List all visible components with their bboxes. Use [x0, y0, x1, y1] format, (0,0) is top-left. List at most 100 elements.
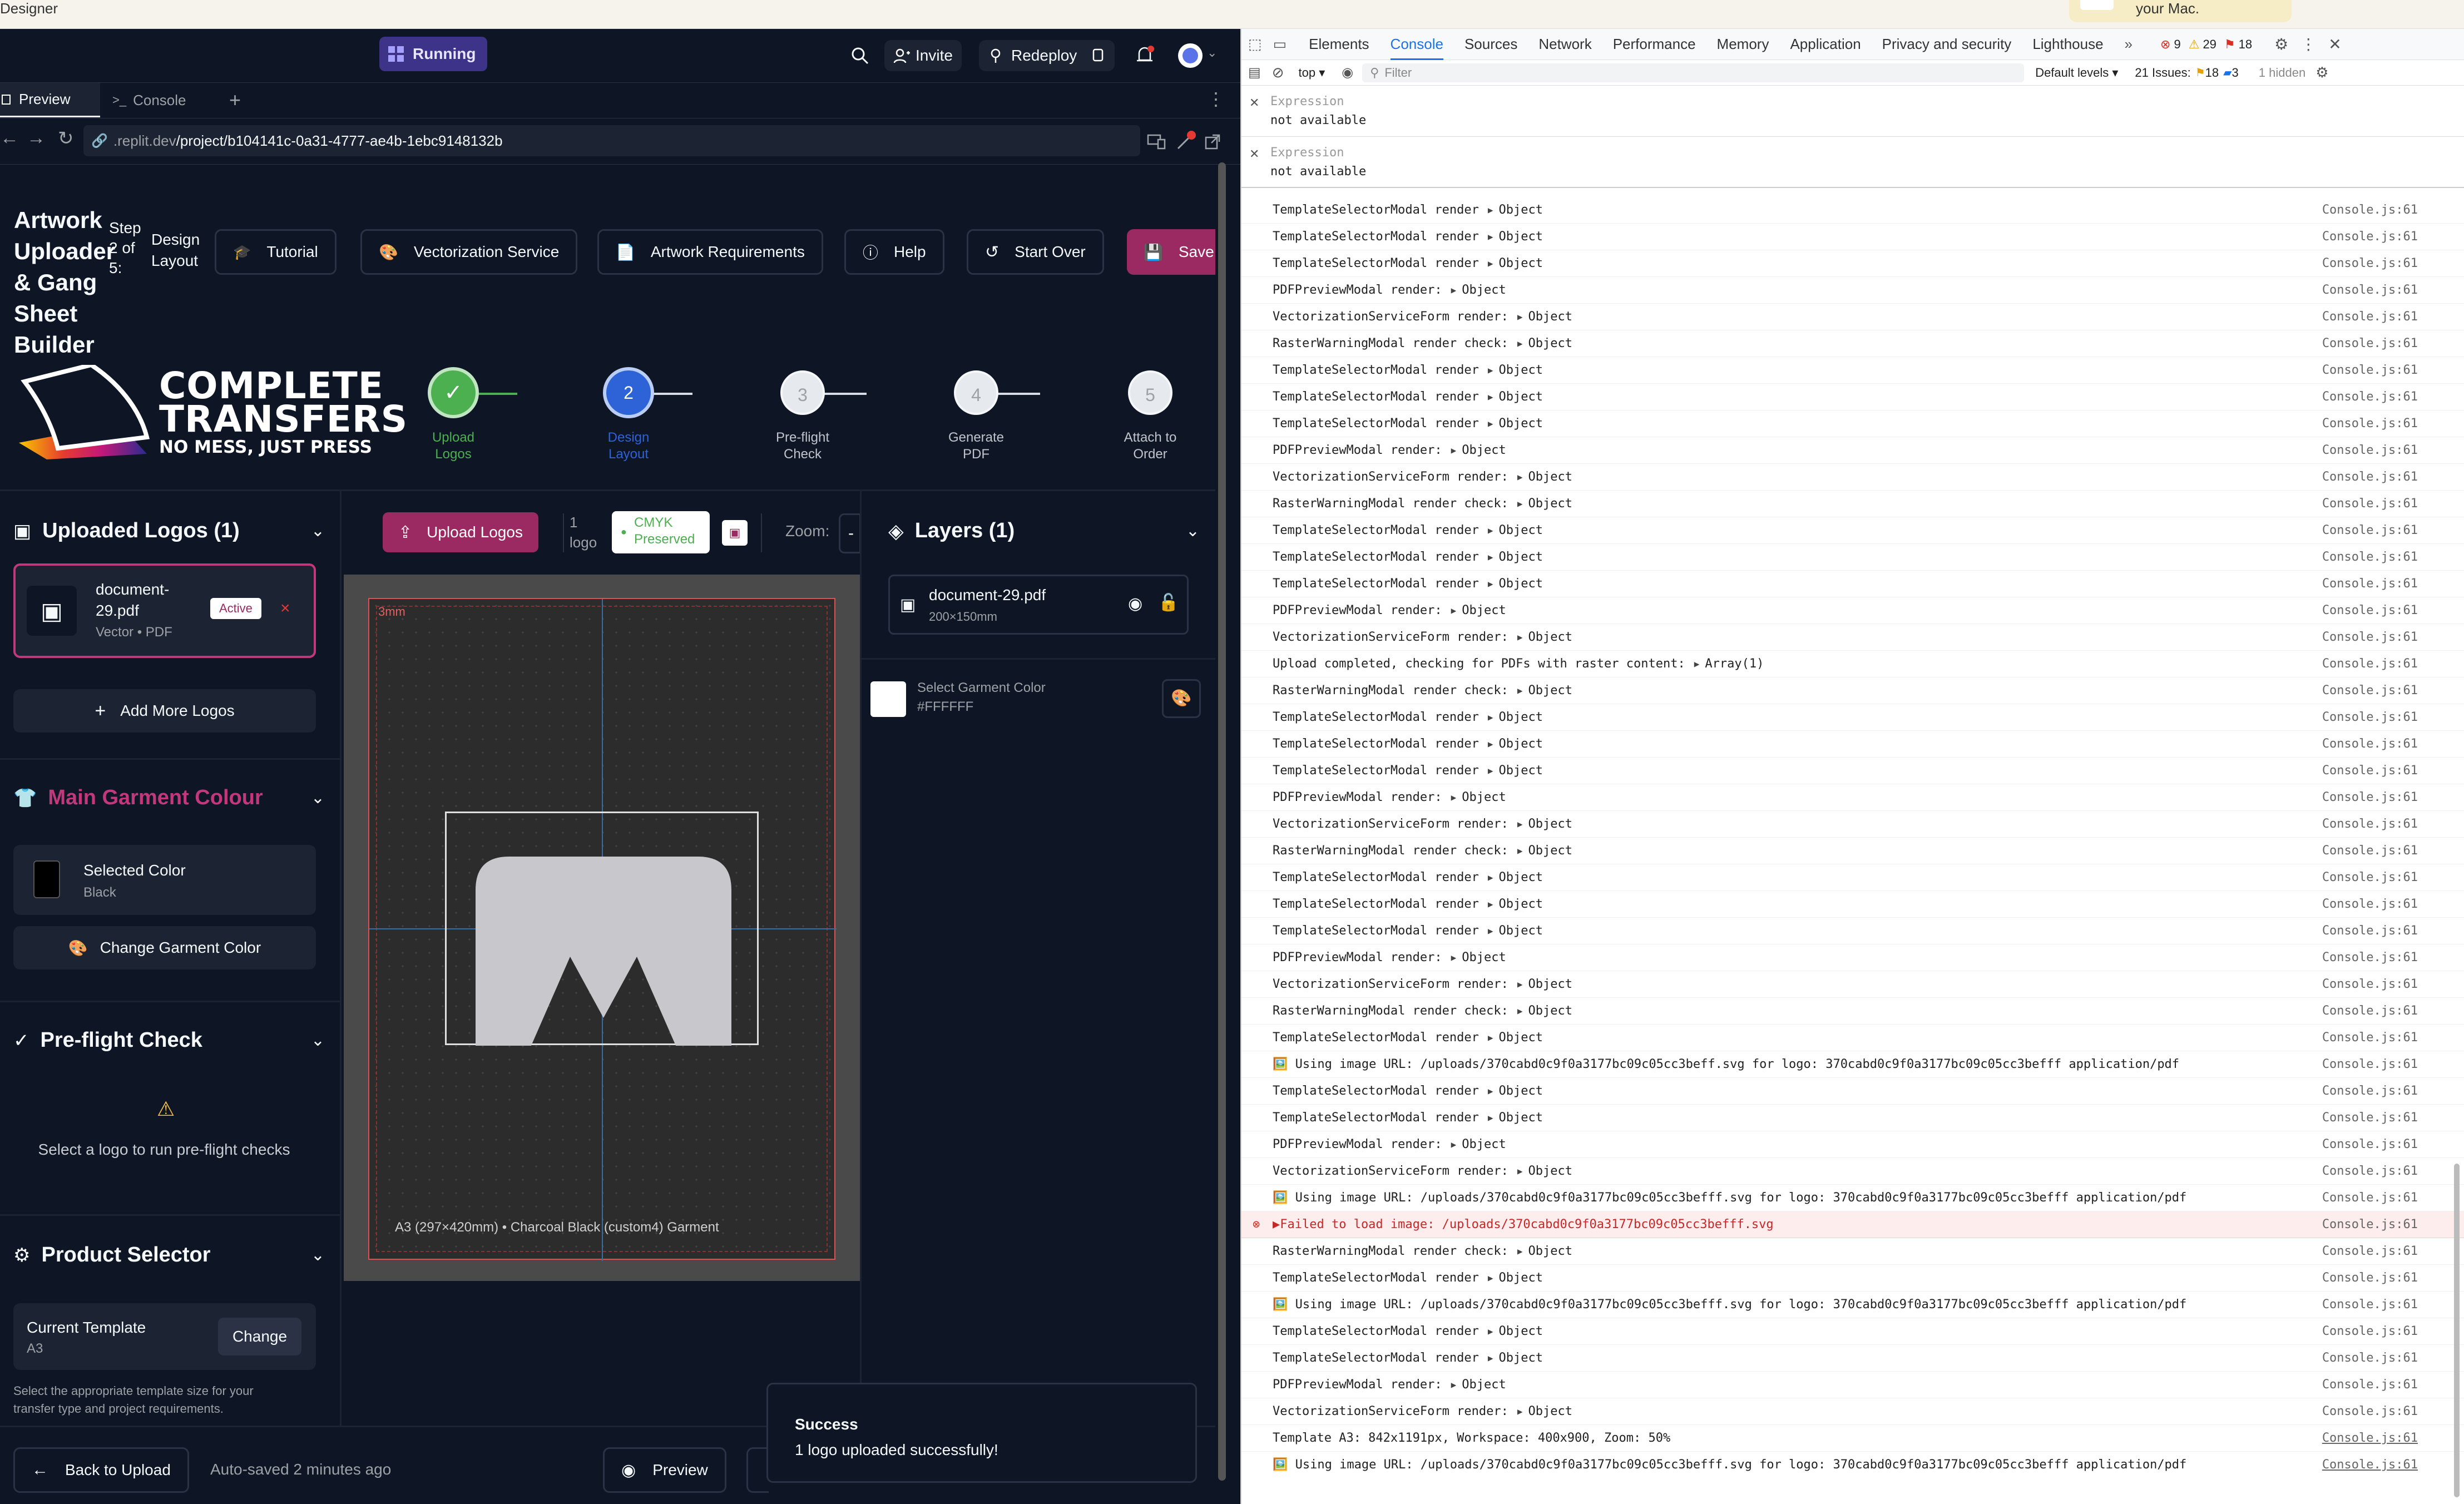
log-source-link[interactable]: Console.js:61: [2322, 790, 2418, 804]
devtools-icon[interactable]: [1176, 131, 1196, 151]
forward-arrow-icon[interactable]: →: [27, 127, 46, 149]
console-log-row[interactable]: Template A3: 842x1191px, Workspace: 400x…: [1241, 1425, 2464, 1452]
expand-triangle-icon[interactable]: ▶: [1488, 258, 1493, 269]
clear-console-icon[interactable]: ⊘: [1272, 64, 1284, 81]
product-selector-header[interactable]: ⚙ Product Selector ⌄: [13, 1243, 325, 1267]
expand-triangle-icon[interactable]: ▶: [1517, 819, 1523, 829]
console-log-row[interactable]: RasterWarningModal render check: ▶ Object C…: [1241, 330, 2464, 357]
chevron-down-icon[interactable]: ⌄: [1186, 521, 1200, 541]
log-source-link[interactable]: Console.js:61: [2322, 684, 2418, 697]
step-generate-pdf[interactable]: 4 Generate PDF: [948, 370, 1004, 463]
tab-console[interactable]: >_ Console: [106, 83, 200, 117]
uploaded-logos-header[interactable]: ▣ Uploaded Logos (1) ⌄: [13, 519, 325, 543]
console-log-row[interactable]: RasterWarningModal render check: ▶ Object C…: [1241, 838, 2464, 864]
log-source-link[interactable]: Console.js:61: [2322, 1137, 2418, 1151]
expand-triangle-icon[interactable]: ▶: [1517, 338, 1523, 349]
log-source-link[interactable]: Console.js:61: [2322, 256, 2418, 270]
zoom-out-button[interactable]: -: [839, 513, 861, 553]
image-tool-icon[interactable]: ▣: [722, 520, 748, 546]
logo-selection-box[interactable]: [445, 812, 759, 1046]
log-source-link[interactable]: Console.js:61: [2322, 1431, 2418, 1445]
log-object[interactable]: Object: [1528, 337, 1572, 350]
expand-triangle-icon[interactable]: ▶: [1517, 1006, 1523, 1016]
console-log-row[interactable]: TemplateSelectorModal render ▶ Object Conso…: [1241, 1318, 2464, 1345]
expand-triangle-icon[interactable]: ▶: [1488, 1086, 1493, 1096]
log-object[interactable]: Object: [1499, 203, 1543, 217]
console-log-row[interactable]: VectorizationServiceForm render: ▶ Object C…: [1241, 464, 2464, 491]
expand-triangle-icon[interactable]: ▶: [1517, 1246, 1523, 1256]
devices-icon[interactable]: [1147, 133, 1166, 150]
log-object[interactable]: Object: [1499, 897, 1543, 911]
expand-triangle-icon[interactable]: ▶: [1488, 1112, 1493, 1123]
log-object[interactable]: Object: [1499, 577, 1543, 591]
console-log-row[interactable]: TemplateSelectorModal render ▶ Object Conso…: [1241, 1025, 2464, 1051]
eye-icon[interactable]: ◉: [1128, 594, 1142, 614]
log-source-link[interactable]: Console.js:61: [2322, 710, 2418, 724]
search-icon[interactable]: [850, 46, 870, 66]
log-object[interactable]: Object: [1528, 1244, 1572, 1258]
console-log-row[interactable]: 🖼️ Using image URL: /uploads/370cabd0c9f…: [1241, 1452, 2464, 1476]
console-log-row[interactable]: PDFPreviewModal render: ▶ Object Console.js…: [1241, 784, 2464, 811]
expand-triangle-icon[interactable]: ▶: [1517, 685, 1523, 696]
log-source-link[interactable]: Console.js:61: [2322, 203, 2418, 217]
expand-triangle-icon[interactable]: ▶: [1451, 1139, 1457, 1150]
lock-icon[interactable]: 🔓: [1158, 593, 1179, 612]
layer-item[interactable]: ▣ document-29.pdf 200×150mm ◉ 🔓: [888, 575, 1189, 635]
warning-count[interactable]: 29: [2203, 37, 2216, 52]
tab-lighthouse[interactable]: Lighthouse: [2032, 36, 2103, 53]
log-source-link[interactable]: Console.js:61: [2322, 951, 2418, 964]
live-expression-2[interactable]: ✕ Expression not available: [1241, 138, 2464, 188]
console-log-row[interactable]: RasterWarningModal render check: ▶ Object C…: [1241, 998, 2464, 1025]
log-source-link[interactable]: Console.js:61: [2322, 924, 2418, 938]
log-object[interactable]: Object: [1462, 790, 1506, 804]
vectorization-service-button[interactable]: 🎨 Vectorization Service: [360, 229, 578, 275]
console-log-row[interactable]: TemplateSelectorModal render ▶ Object Conso…: [1241, 1265, 2464, 1292]
error-count[interactable]: 9: [2174, 37, 2180, 52]
back-arrow-icon[interactable]: ←: [0, 127, 19, 149]
tab-memory[interactable]: Memory: [1717, 36, 1769, 53]
log-source-link[interactable]: Console.js:61: [2322, 550, 2418, 564]
expand-triangle-icon[interactable]: ▶: [1451, 285, 1457, 295]
remove-icon[interactable]: ×: [280, 599, 290, 618]
more-tabs-icon[interactable]: »: [2125, 36, 2133, 53]
log-source-link[interactable]: Console.js:61: [2322, 897, 2418, 911]
notification-banner[interactable]: your Mac.: [2069, 0, 2292, 22]
console-log-row[interactable]: VectorizationServiceForm render: ▶ Object C…: [1241, 1398, 2464, 1425]
expand-triangle-icon[interactable]: ▶: [1488, 1032, 1493, 1043]
log-object[interactable]: Object: [1528, 817, 1572, 831]
inspect-icon[interactable]: ⬚: [1248, 36, 1262, 53]
url-input[interactable]: 🔗 .replit.dev /project/b104141c-0a31-477…: [83, 125, 1140, 156]
reload-icon[interactable]: ↻: [58, 127, 74, 150]
tab-network[interactable]: Network: [1538, 36, 1591, 53]
log-object[interactable]: Object: [1462, 951, 1506, 964]
expand-triangle-icon[interactable]: ▶: [1488, 578, 1493, 589]
console-log-row[interactable]: PDFPreviewModal render: ▶ Object Console.js…: [1241, 944, 2464, 971]
more-icon[interactable]: ⋮: [1207, 88, 1225, 110]
step-upload-logos[interactable]: ✓ Upload Logos: [431, 370, 476, 463]
console-log-row[interactable]: RasterWarningModal render check: ▶ Object C…: [1241, 1238, 2464, 1265]
log-object[interactable]: Object: [1528, 684, 1572, 697]
console-log-row[interactable]: PDFPreviewModal render: ▶ Object Console.js…: [1241, 597, 2464, 624]
console-log-row[interactable]: PDFPreviewModal render: ▶ Object Console.js…: [1241, 1372, 2464, 1398]
console-log-row[interactable]: TemplateSelectorModal render ▶ Object Conso…: [1241, 891, 2464, 918]
add-tab-icon[interactable]: +: [229, 88, 241, 112]
log-object[interactable]: Object: [1528, 470, 1572, 484]
log-object[interactable]: Object: [1499, 417, 1543, 431]
artboard[interactable]: 3mm A3 (297×420mm) • Charcoal Black (cus…: [368, 598, 837, 1261]
artwork-requirements-button[interactable]: 📄 Artwork Requirements: [597, 229, 823, 275]
expand-triangle-icon[interactable]: ▶: [1488, 1273, 1493, 1283]
expand-triangle-icon[interactable]: ▶: [1488, 525, 1493, 536]
console-log-row[interactable]: TemplateSelectorModal render ▶ Object Conso…: [1241, 758, 2464, 784]
log-source-link[interactable]: Console.js:61: [2322, 497, 2418, 511]
log-source-link[interactable]: Console.js:61: [2322, 603, 2418, 617]
invite-button[interactable]: Invite: [884, 40, 962, 71]
close-icon[interactable]: ✕: [1249, 147, 1259, 161]
save-button[interactable]: 💾 Save: [1127, 229, 1215, 275]
help-button[interactable]: ⓘ Help: [844, 229, 944, 275]
log-source-link[interactable]: Console.js:61: [2322, 1191, 2418, 1205]
log-source-link[interactable]: Console.js:61: [2322, 1458, 2418, 1472]
console-log-row[interactable]: 🖼️ Using image URL: /uploads/370cabd0c9f…: [1241, 1051, 2464, 1078]
console-log-row[interactable]: TemplateSelectorModal render ▶ Object Conso…: [1241, 410, 2464, 437]
log-source-link[interactable]: Console.js:61: [2322, 1004, 2418, 1018]
log-object[interactable]: Object: [1528, 630, 1572, 644]
